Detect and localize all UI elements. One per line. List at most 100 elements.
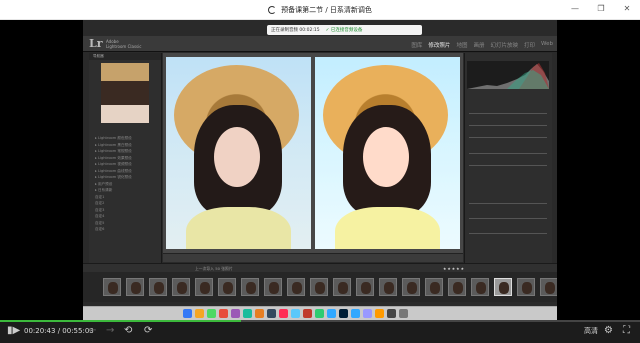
slider-row[interactable] (469, 113, 547, 114)
filmstrip-thumbnail[interactable] (149, 278, 167, 296)
play-icon[interactable]: ▮▶ (7, 325, 20, 336)
filmstrip-thumbnail[interactable] (448, 278, 466, 296)
restore-icon[interactable]: ❐ (594, 4, 608, 13)
dock-app-icon[interactable] (255, 309, 264, 318)
thumbnail-figure (108, 282, 118, 294)
slider-row[interactable] (469, 125, 547, 126)
dock-app-icon[interactable] (327, 309, 336, 318)
dock-app-icon[interactable] (339, 309, 348, 318)
slider-row[interactable] (469, 233, 547, 234)
module-print[interactable]: 打印 (524, 41, 535, 49)
filmstrip-thumbnail[interactable] (126, 278, 144, 296)
thumbnail-figure (223, 282, 233, 294)
dock-app-icon[interactable] (303, 309, 312, 318)
loading-icon (268, 5, 277, 14)
filmstrip-thumbnail[interactable] (425, 278, 443, 296)
thumbnail-figure (453, 282, 463, 294)
thumbnail-figure (499, 282, 509, 294)
filmstrip-thumbnail[interactable] (287, 278, 305, 296)
current-time: 00:20:43 (24, 327, 56, 335)
dock-app-icon[interactable] (267, 309, 276, 318)
module-library[interactable]: 图库 (411, 41, 422, 49)
filmstrip-thumbnail[interactable] (264, 278, 282, 296)
filmstrip-thumbnail[interactable] (333, 278, 351, 296)
quality-button[interactable]: 高清 (584, 326, 598, 336)
filmstrip-source[interactable]: 上一次导入 50 张照片 (195, 266, 233, 271)
preset-tree: ▸ Lightroom 颜色预设 ▸ Lightroom 黑白预设 ▸ Lightr… (89, 135, 161, 233)
dock-app-icon[interactable] (207, 309, 216, 318)
recording-status: ✓ 已连接音频设备 (325, 28, 363, 33)
right-panel (464, 53, 552, 263)
module-picker: 图库 修改照片 地图 画册 幻灯片放映 打印 Web (411, 41, 553, 49)
video-stage[interactable]: 正在录制音频 00:02:15 ✓ 已连接音频设备 Lr Adobe Light… (0, 20, 640, 320)
shirt (335, 207, 440, 249)
slider-row[interactable] (469, 218, 547, 219)
dock-app-icon[interactable] (399, 309, 408, 318)
filmstrip-thumbnail[interactable] (310, 278, 328, 296)
forward-15-icon[interactable]: ⟳ (144, 325, 152, 336)
thumbnail-figure (476, 282, 486, 294)
thumbnail-figure (292, 282, 302, 294)
filmstrip-thumbnail[interactable] (540, 278, 557, 296)
dock-app-icon[interactable] (363, 309, 372, 318)
filmstrip-thumbnail[interactable] (471, 278, 489, 296)
dock-app-icon[interactable] (279, 309, 288, 318)
skip-back-icon[interactable]: ← (88, 325, 96, 336)
module-map[interactable]: 地图 (456, 41, 467, 49)
dock-app-icon[interactable] (195, 309, 204, 318)
filmstrip-thumbnail[interactable] (402, 278, 420, 296)
filmstrip-thumbnail[interactable] (241, 278, 259, 296)
thumbnail-figure (384, 282, 394, 294)
dock-app-icon[interactable] (243, 309, 252, 318)
slider-row[interactable] (469, 137, 547, 138)
minimize-icon[interactable]: — (568, 4, 582, 13)
skip-forward-icon[interactable]: → (106, 325, 114, 336)
filmstrip-thumbnail[interactable] (494, 278, 512, 296)
slider-row[interactable] (469, 153, 547, 154)
dock-app-icon[interactable] (231, 309, 240, 318)
filmstrip-thumbnail[interactable] (103, 278, 121, 296)
slider-row[interactable] (469, 165, 547, 166)
module-book[interactable]: 画册 (473, 41, 484, 49)
dock-app-icon[interactable] (375, 309, 384, 318)
after-photo[interactable] (315, 57, 460, 249)
filmstrip-bar: 上一次导入 50 张照片 ★★★★★ (83, 263, 557, 272)
histogram (467, 61, 549, 89)
player-controls: ▮▶ 00:20:43 / 00:55:03 ← → ⟲ ⟳ 高清 ⚙ ⛶ (0, 320, 640, 343)
dock-app-icon[interactable] (351, 309, 360, 318)
slider-row[interactable] (469, 203, 547, 204)
gear-icon[interactable]: ⚙ (604, 325, 613, 336)
window-controls: — ❐ ✕ (568, 4, 634, 13)
navigator-header[interactable]: 导航器 (89, 53, 161, 60)
video-frame: 正在录制音频 00:02:15 ✓ 已连接音频设备 Lr Adobe Light… (83, 20, 557, 320)
lightroom-logo: Lr (89, 37, 103, 50)
recording-notice: 正在录制音频 00:02:15 ✓ 已连接音频设备 (267, 25, 422, 35)
before-photo[interactable] (166, 57, 311, 249)
navigator-preview[interactable] (101, 63, 149, 123)
window-title: 预备课第二节 / 日系清新调色 (281, 5, 372, 14)
thumbnail-figure (177, 282, 187, 294)
shirt (186, 207, 291, 249)
preset-item[interactable]: 自定6 (95, 226, 161, 233)
filmstrip-thumbnail[interactable] (517, 278, 535, 296)
fullscreen-icon[interactable]: ⛶ (623, 325, 630, 336)
thumbnail-figure (269, 282, 279, 294)
filmstrip-thumbnail[interactable] (172, 278, 190, 296)
module-web[interactable]: Web (541, 41, 553, 49)
filmstrip-thumbnail[interactable] (218, 278, 236, 296)
filmstrip-thumbnail[interactable] (379, 278, 397, 296)
close-icon[interactable]: ✕ (620, 4, 634, 13)
rewind-15-icon[interactable]: ⟲ (124, 325, 132, 336)
dock-app-icon[interactable] (315, 309, 324, 318)
dock-app-icon[interactable] (219, 309, 228, 318)
progress-bar[interactable] (0, 320, 640, 322)
filmstrip-thumbnail[interactable] (195, 278, 213, 296)
dock-app-icon[interactable] (291, 309, 300, 318)
dock-app-icon[interactable] (387, 309, 396, 318)
module-slideshow[interactable]: 幻灯片放映 (490, 41, 518, 49)
filmstrip-thumbnail[interactable] (356, 278, 374, 296)
dock-app-icon[interactable] (183, 309, 192, 318)
left-panel: 导航器 ▸ Lightroom 颜色预设 ▸ Lightroom 黑白预设 ▸ Li… (89, 53, 162, 263)
module-develop[interactable]: 修改照片 (428, 41, 450, 49)
time-display: 00:20:43 / 00:55:03 (24, 327, 94, 335)
